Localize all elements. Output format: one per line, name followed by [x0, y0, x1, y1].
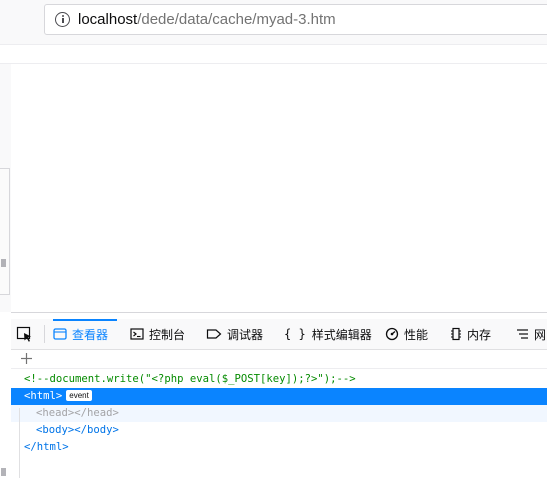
- tab-label: 样式编辑器: [311, 327, 372, 342]
- inspector-icon: [53, 328, 67, 340]
- html-close-tag: </html>: [24, 441, 69, 453]
- toolbar-divider: [0, 44, 547, 45]
- tab-memory[interactable]: 内存: [450, 319, 491, 349]
- tab-label: 控制台: [149, 327, 186, 342]
- devtools-tabbar: 查看器 控制台 调试器 { } 样式编辑器 性能 内存 网: [11, 319, 547, 350]
- comment-text: <!--document.write("<?php eval($_POST[ke…: [24, 373, 356, 385]
- markup-comment-node[interactable]: <!--document.write("<?php eval($_POST[ke…: [11, 371, 547, 388]
- head-open-tag: <head>: [36, 407, 75, 419]
- html-open-tag: <html>: [24, 390, 63, 402]
- browser-toolbar: localhost/dede/data/cache/myad-3.htm: [0, 0, 547, 44]
- markup-body-node[interactable]: <body></body>: [11, 422, 547, 439]
- tab-label: 调试器: [227, 327, 264, 342]
- tab-label: 性能: [404, 327, 429, 342]
- info-icon[interactable]: [55, 12, 70, 27]
- tab-separator: [44, 325, 45, 343]
- tab-console[interactable]: 控制台: [130, 319, 185, 349]
- devtools-panel: 查看器 控制台 调试器 { } 样式编辑器 性能 内存 网 <!--docume…: [11, 312, 547, 479]
- inspector-toolbar: [11, 350, 547, 369]
- memory-icon: [451, 327, 461, 341]
- tab-label: 网: [534, 327, 547, 342]
- url-text[interactable]: localhost/dede/data/cache/myad-3.htm: [78, 11, 336, 29]
- markup-head-node[interactable]: <head></head>: [11, 405, 547, 422]
- address-bar[interactable]: localhost/dede/data/cache/myad-3.htm: [44, 4, 547, 35]
- head-close-tag: </head>: [74, 407, 119, 419]
- element-picker-icon[interactable]: [16, 326, 33, 343]
- plus-icon[interactable]: [20, 352, 33, 365]
- markup-html-node[interactable]: <html> event: [11, 388, 547, 405]
- event-badge[interactable]: event: [66, 390, 92, 401]
- sidebar-panel: [0, 168, 10, 295]
- tab-inspector[interactable]: 查看器: [53, 319, 117, 349]
- body-close-tag: </body>: [74, 424, 119, 436]
- body-open-tag: <body>: [36, 424, 75, 436]
- network-icon: [517, 329, 528, 339]
- debugger-icon: [206, 329, 222, 339]
- tab-label: 查看器: [72, 327, 109, 342]
- performance-icon: [385, 327, 399, 341]
- url-host: localhost: [78, 11, 138, 28]
- markup-html-close[interactable]: </html>: [11, 439, 547, 456]
- tree-guide-line: [19, 408, 20, 478]
- tab-network[interactable]: 网: [516, 319, 546, 349]
- console-icon: [130, 328, 144, 340]
- style-editor-icon: { }: [284, 327, 306, 341]
- tab-performance[interactable]: 性能: [385, 319, 428, 349]
- tab-debugger[interactable]: 调试器: [206, 319, 263, 349]
- resize-grip-icon[interactable]: [1, 259, 6, 267]
- tab-style-editor[interactable]: { } 样式编辑器: [284, 319, 372, 349]
- tab-label: 内存: [467, 327, 492, 342]
- url-path: /dede/data/cache/myad-3.htm: [137, 11, 336, 28]
- panel-grip-icon[interactable]: [1, 468, 6, 476]
- page-viewport: [11, 64, 547, 312]
